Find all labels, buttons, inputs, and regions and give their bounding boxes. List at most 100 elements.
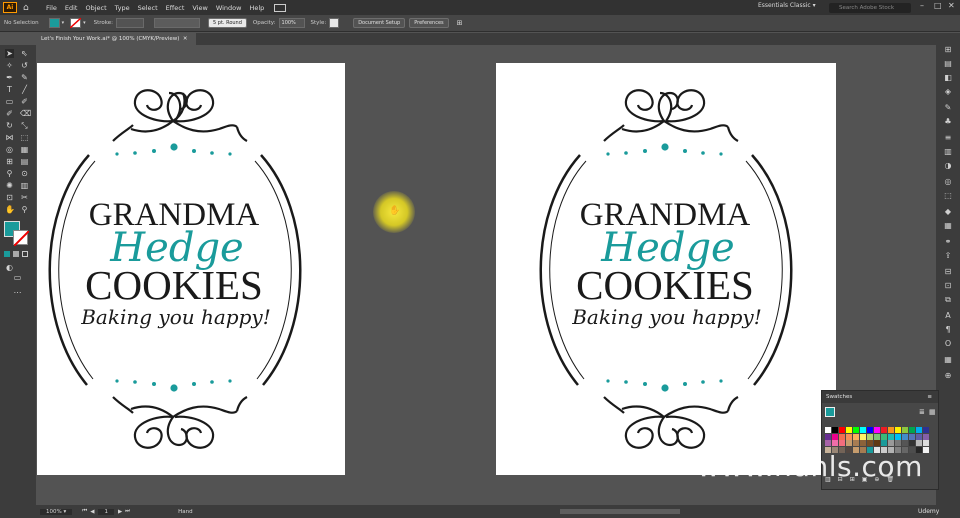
color-swatch[interactable]: [831, 433, 838, 440]
prev-artboard-icon[interactable]: ◀: [90, 509, 94, 515]
artboard-1[interactable]: GRANDMA Hedge COOKIES Baking you happy!: [37, 63, 345, 475]
eyedropper-icon[interactable]: ⚲: [5, 169, 14, 178]
color-swatch[interactable]: [915, 427, 922, 433]
color-swatch[interactable]: [838, 433, 845, 440]
artboard-tool-icon[interactable]: ⊡: [5, 193, 14, 202]
slice-tool-icon[interactable]: ✂: [20, 193, 29, 202]
menu-effect[interactable]: Effect: [166, 4, 185, 12]
transform-panel-icon[interactable]: ⊡: [943, 281, 953, 290]
color-guide-icon[interactable]: ◈: [943, 87, 953, 96]
zoom-tool-icon[interactable]: ⚲: [20, 205, 29, 214]
color-swatch[interactable]: [901, 427, 908, 433]
color-swatch[interactable]: [873, 440, 880, 447]
stroke-color-chip[interactable]: [70, 18, 82, 28]
perspective-grid-icon[interactable]: ▦: [20, 145, 29, 154]
free-transform-icon[interactable]: ⬚: [20, 133, 29, 142]
color-swatch[interactable]: [859, 427, 866, 433]
search-stock-input[interactable]: Search Adobe Stock: [829, 3, 911, 13]
width-tool-icon[interactable]: ⋈: [5, 133, 14, 142]
stroke-swatch[interactable]: [13, 230, 30, 247]
color-swatch[interactable]: [873, 433, 880, 440]
close-icon[interactable]: ✕: [948, 1, 955, 10]
mesh-tool-icon[interactable]: ⊞: [5, 157, 14, 166]
color-swatch[interactable]: [825, 440, 831, 447]
last-artboard-icon[interactable]: ⏭: [125, 508, 130, 515]
magic-wand-icon[interactable]: ✧: [5, 61, 14, 70]
list-view-icon[interactable]: ≣: [919, 408, 925, 416]
brush-definition-dropdown[interactable]: 5 pt. Round: [208, 18, 247, 28]
selection-tool-icon[interactable]: ➤: [5, 49, 14, 58]
color-swatch[interactable]: [894, 440, 901, 447]
appearance-icon[interactable]: ◎: [943, 177, 953, 186]
color-swatch[interactable]: [866, 440, 873, 447]
pen-tool-icon[interactable]: ✒: [5, 73, 14, 82]
color-swatch[interactable]: [922, 447, 929, 454]
none-mode-icon[interactable]: [22, 251, 28, 257]
color-swatch[interactable]: [915, 433, 922, 440]
menu-type[interactable]: Type: [115, 4, 130, 12]
asset-export-icon[interactable]: ⇪: [943, 251, 953, 260]
menu-view[interactable]: View: [192, 4, 207, 12]
zoom-field[interactable]: 100% ▾: [40, 508, 73, 515]
color-swatch[interactable]: [852, 433, 859, 440]
curvature-tool-icon[interactable]: ✎: [20, 73, 29, 82]
menu-help[interactable]: Help: [249, 4, 264, 12]
direct-selection-tool-icon[interactable]: ⇖: [20, 49, 29, 58]
color-swatch[interactable]: [908, 440, 915, 447]
gradient-panel-icon[interactable]: ▥: [943, 147, 953, 156]
chevron-down-icon[interactable]: ▾: [62, 20, 65, 26]
color-swatch[interactable]: [922, 440, 929, 447]
lasso-icon[interactable]: ↺: [20, 61, 29, 70]
maximize-icon[interactable]: □: [934, 1, 942, 10]
arrange-documents-icon[interactable]: [274, 3, 287, 12]
color-swatch[interactable]: [845, 433, 852, 440]
symbol-sprayer-icon[interactable]: ✺: [5, 181, 14, 190]
artboard-2[interactable]: GRANDMA Hedge COOKIES Baking you happy!: [496, 63, 836, 475]
character-icon[interactable]: A: [943, 311, 953, 320]
stroke-panel-icon[interactable]: ≡: [943, 133, 953, 142]
draw-mode-icon[interactable]: ◐: [5, 263, 14, 272]
graphic-styles-icon[interactable]: ⬚: [943, 191, 953, 200]
brushes-icon[interactable]: ✎: [943, 103, 953, 112]
more-tools-icon[interactable]: ⋯: [13, 288, 22, 297]
color-swatch[interactable]: [880, 427, 887, 433]
artboard-number-field[interactable]: 1: [98, 508, 114, 515]
next-artboard-icon[interactable]: ▶: [118, 509, 122, 515]
align-options-icon[interactable]: ⊞: [457, 19, 463, 27]
home-icon[interactable]: ⌂: [23, 3, 34, 13]
variable-width-profile[interactable]: [154, 18, 200, 28]
color-swatch[interactable]: [880, 440, 887, 447]
swatches-panel-icon[interactable]: ▦: [943, 355, 953, 364]
color-swatch[interactable]: [915, 440, 922, 447]
color-swatch[interactable]: [866, 427, 873, 433]
layers-icon[interactable]: ◆: [943, 207, 953, 216]
rotate-tool-icon[interactable]: ↻: [5, 121, 14, 130]
eraser-icon[interactable]: ⌫: [20, 109, 31, 118]
blend-tool-icon[interactable]: ⊙: [20, 169, 29, 178]
transparency-icon[interactable]: ◑: [943, 161, 953, 170]
graph-tool-icon[interactable]: ▥: [20, 181, 29, 190]
minimize-icon[interactable]: –: [920, 1, 924, 10]
color-swatch[interactable]: [831, 440, 838, 447]
color-swatch[interactable]: [859, 433, 866, 440]
shape-builder-icon[interactable]: ◎: [5, 145, 14, 154]
type-tool-icon[interactable]: T: [5, 85, 14, 94]
stroke-weight-field[interactable]: [116, 18, 144, 28]
document-tab[interactable]: Let's Finish Your Work.ai* @ 100% (CMYK/…: [36, 33, 196, 45]
pathfinder-icon[interactable]: ⧉: [943, 295, 953, 304]
align-panel-icon[interactable]: ⊟: [943, 267, 953, 276]
color-swatch[interactable]: [859, 440, 866, 447]
graphic-style-chip[interactable]: [329, 18, 340, 28]
symbols-icon[interactable]: ♣: [943, 117, 953, 126]
horizontal-scrollbar[interactable]: [560, 509, 680, 514]
color-swatch[interactable]: [887, 427, 894, 433]
color-swatch[interactable]: [873, 427, 880, 433]
menu-window[interactable]: Window: [216, 4, 242, 12]
paintbrush-icon[interactable]: ✐: [20, 97, 29, 106]
color-swatch[interactable]: [901, 433, 908, 440]
color-swatch[interactable]: [838, 440, 845, 447]
color-swatch[interactable]: [845, 440, 852, 447]
menu-edit[interactable]: Edit: [65, 4, 78, 12]
shaper-tool-icon[interactable]: ✐: [5, 109, 14, 118]
color-swatch[interactable]: [852, 427, 859, 433]
